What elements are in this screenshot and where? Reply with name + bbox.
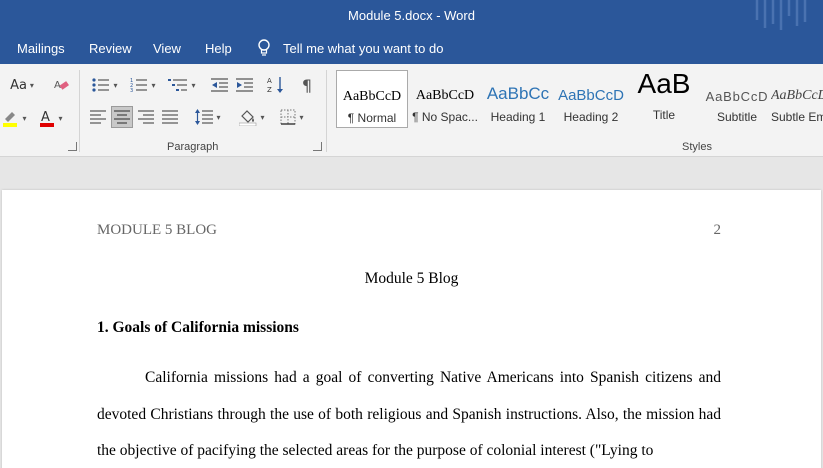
chevron-down-icon: ▾ (216, 112, 221, 122)
tell-me-label: Tell me what you want to do (283, 40, 444, 56)
svg-text:3: 3 (130, 88, 133, 93)
align-center-icon (114, 110, 130, 124)
lightbulb-icon (258, 39, 270, 56)
paragraph-dialog-launcher[interactable] (313, 142, 322, 151)
style-no-spacing[interactable]: AaBbCcD ¶ No Spac... (409, 70, 481, 128)
chevron-down-icon: ▾ (191, 80, 196, 90)
font-color-icon: A (40, 110, 55, 127)
font-dialog-launcher[interactable] (68, 142, 77, 151)
group-separator (326, 70, 327, 152)
style-title[interactable]: AaB Title (628, 68, 700, 128)
borders-button[interactable]: ▾ (275, 106, 309, 128)
pilcrow-icon: ¶ (301, 75, 313, 95)
chevron-down-icon: ▾ (260, 112, 265, 122)
page-number: 2 (713, 222, 722, 238)
multilevel-list-button[interactable]: ▾ (164, 74, 200, 96)
change-case-button[interactable]: Aa ▾ (6, 74, 38, 96)
group-separator (79, 70, 80, 152)
increase-indent-button[interactable] (234, 74, 256, 96)
style-heading-1[interactable]: AaBbCc Heading 1 (482, 70, 554, 128)
styles-gallery: AaBbCcD ¶ Normal AaBbCcD ¶ No Spac... Aa… (336, 68, 823, 130)
svg-text:A: A (41, 110, 50, 125)
eraser-icon: A (54, 80, 69, 91)
chevron-down-icon: ▾ (58, 113, 63, 123)
decrease-indent-icon (211, 78, 228, 92)
chevron-down-icon: ▾ (299, 112, 304, 122)
highlight-color-button[interactable]: ▾ (0, 107, 30, 129)
window-title: Module 5.docx - Word (348, 8, 475, 23)
document-canvas: MODULE 5 BLOG 2 Module 5 Blog 1. Goals o… (0, 157, 823, 468)
font-color-button[interactable]: A ▾ (34, 107, 68, 129)
ribbon: Aa ▾ A ▾ A ▾ ▾ 123 ▾ ▾ A Z ¶ ▾ ▾ ▾ Parag… (0, 64, 823, 157)
document-page[interactable]: MODULE 5 BLOG 2 Module 5 Blog 1. Goals o… (2, 190, 821, 468)
ribbon-tabs: Mailings Review View Help Tell me what y… (0, 32, 823, 64)
document-title: Module 5 Blog (364, 270, 459, 287)
body-paragraph: California missions had a goal of conver… (97, 369, 721, 459)
numbering-button[interactable]: 123 ▾ (126, 74, 160, 96)
paint-bucket-icon (239, 110, 257, 126)
tab-mailings[interactable]: Mailings (17, 41, 65, 56)
title-bar: Module 5.docx - Word (0, 0, 823, 32)
chevron-down-icon: ▾ (151, 80, 156, 90)
bullets-icon (92, 78, 110, 92)
styles-group-label: Styles (682, 141, 712, 153)
tab-view[interactable]: View (153, 41, 181, 56)
svg-text:Z: Z (267, 86, 272, 94)
center-align-button[interactable] (111, 106, 133, 128)
line-spacing-icon (195, 109, 214, 125)
align-left-icon (90, 110, 106, 124)
clear-formatting-button[interactable]: A (50, 74, 72, 96)
borders-icon (280, 109, 296, 125)
line-spacing-button[interactable]: ▾ (191, 106, 225, 128)
tab-review[interactable]: Review (89, 41, 132, 56)
bullets-button[interactable]: ▾ (88, 74, 122, 96)
tell-me-search[interactable]: Tell me what you want to do (257, 38, 443, 58)
sort-icon: AZ (267, 77, 283, 94)
highlighter-icon (3, 112, 18, 127)
paragraph-group-label: Paragraph (167, 141, 219, 153)
chevron-down-icon: ▾ (22, 113, 27, 123)
show-formatting-button[interactable]: ¶ (296, 74, 318, 96)
decorative-pattern-icon (755, 0, 807, 30)
decrease-indent-button[interactable] (209, 74, 231, 96)
style-normal[interactable]: AaBbCcD ¶ Normal (336, 70, 408, 128)
justify-icon (162, 110, 178, 124)
shading-button[interactable]: ▾ (235, 106, 269, 128)
justify-button[interactable] (159, 106, 181, 128)
style-subtle-emphasis[interactable]: AaBbCcD Subtle Em (771, 70, 823, 128)
chevron-down-icon: ▾ (29, 80, 34, 90)
align-right-icon (138, 110, 154, 124)
multilevel-list-icon (168, 79, 188, 91)
section-heading: 1. Goals of California missions (97, 319, 299, 336)
style-subtitle[interactable]: AaBbCcD Subtitle (701, 70, 773, 128)
tab-help[interactable]: Help (205, 41, 232, 56)
increase-indent-icon (236, 78, 253, 92)
style-heading-2[interactable]: AaBbCcD Heading 2 (555, 70, 627, 128)
page-header-text: MODULE 5 BLOG (97, 222, 217, 238)
svg-text:A: A (267, 77, 272, 85)
align-right-button[interactable] (135, 106, 157, 128)
numbering-icon: 123 (130, 78, 148, 93)
sort-button[interactable]: AZ (265, 74, 287, 96)
align-left-button[interactable] (87, 106, 109, 128)
chevron-down-icon: ▾ (113, 80, 118, 90)
